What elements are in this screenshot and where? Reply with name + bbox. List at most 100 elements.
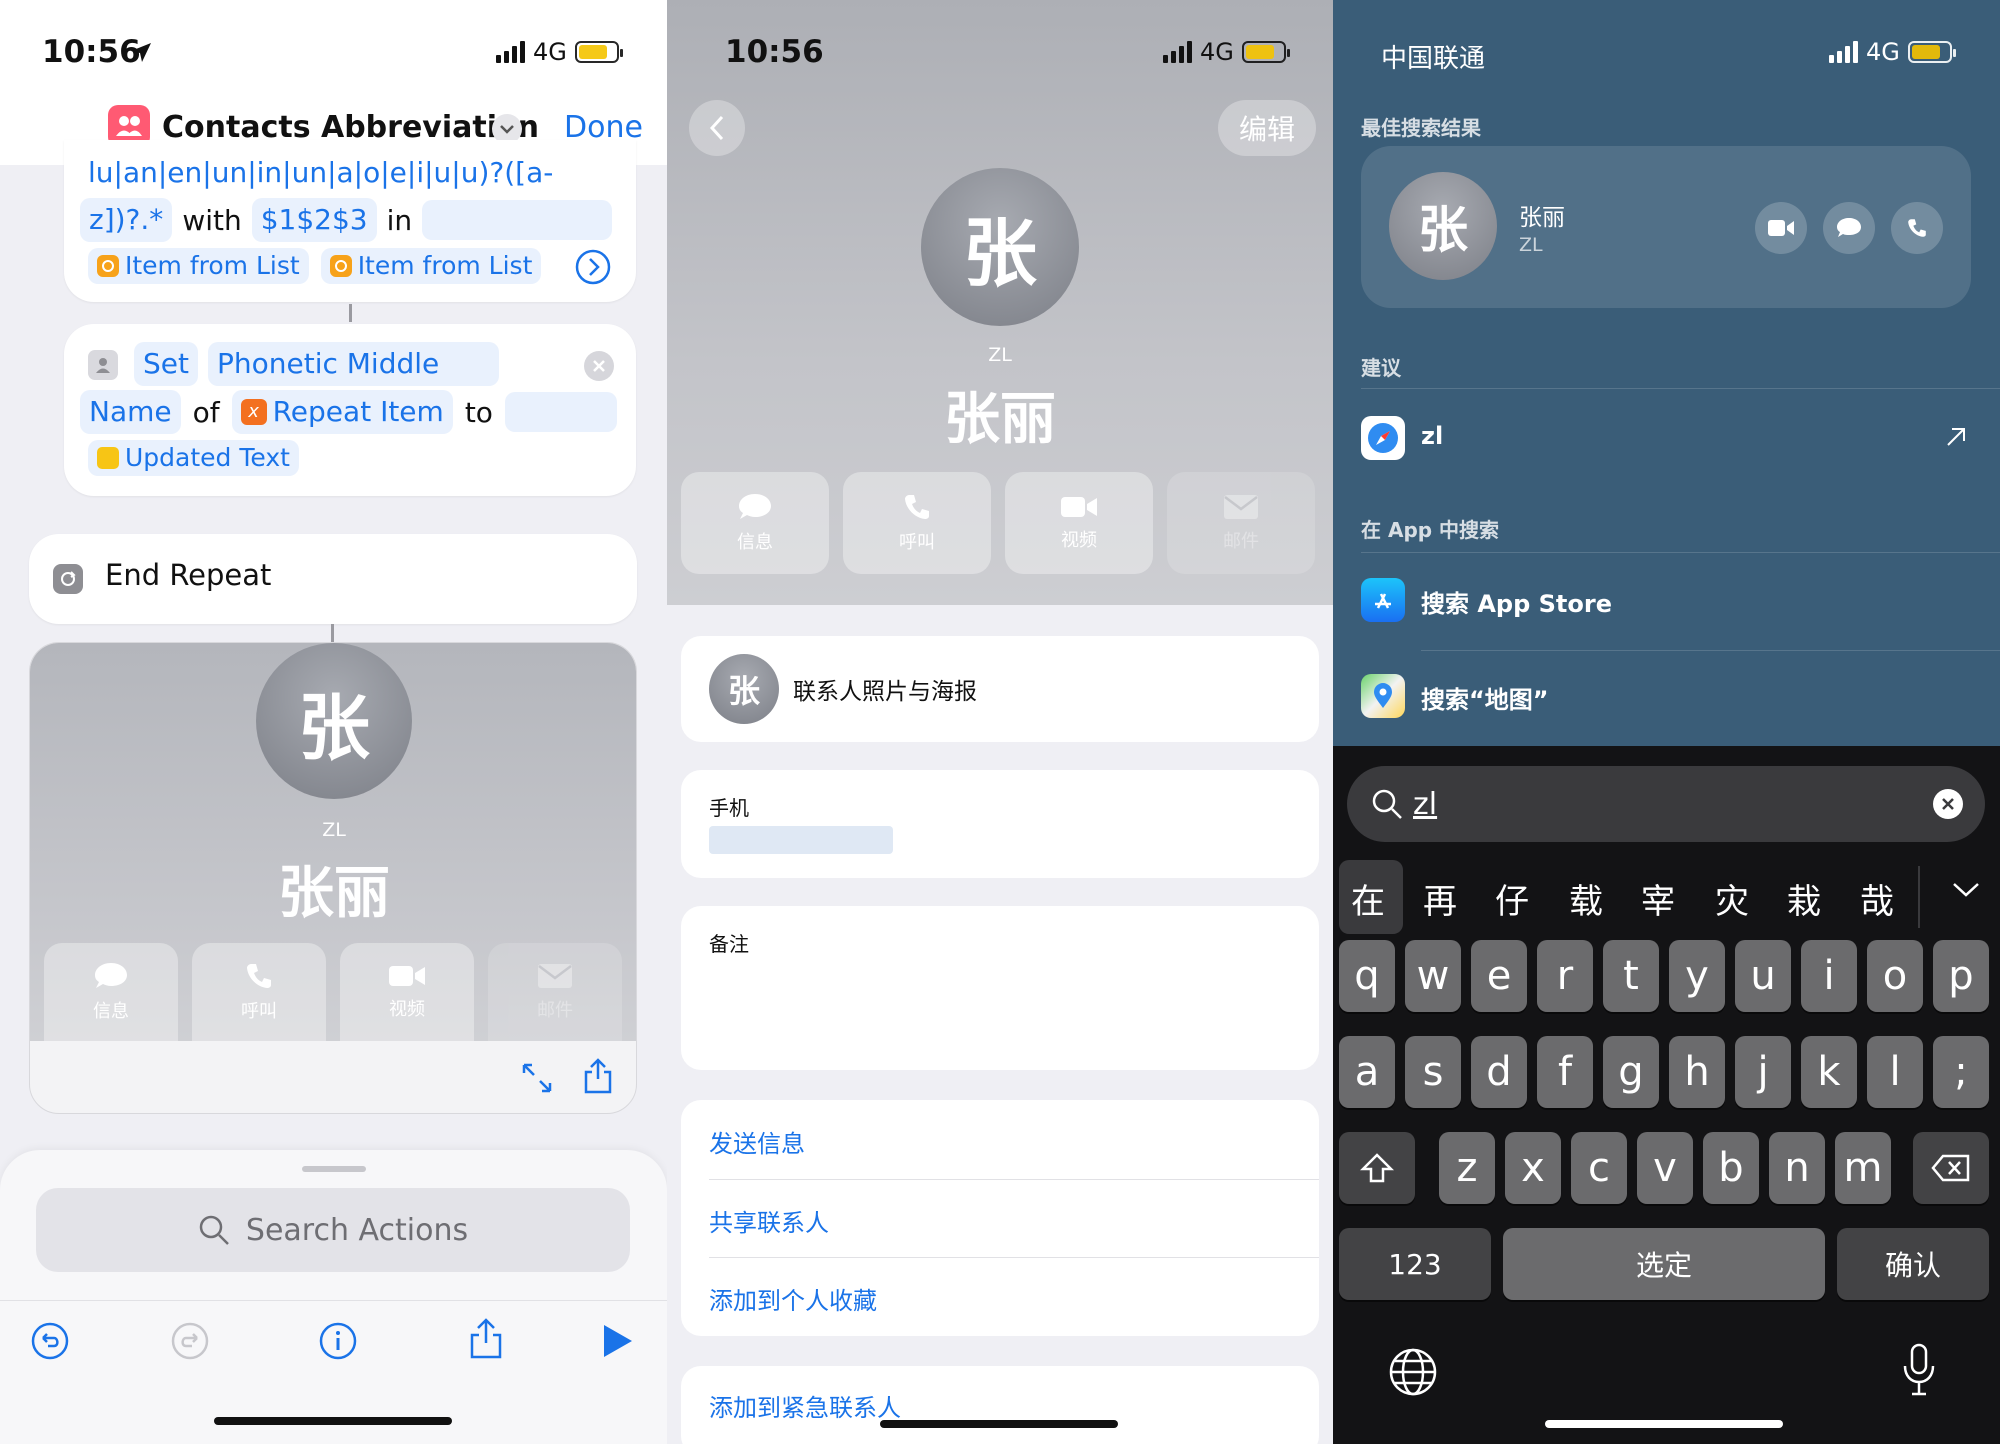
preview-video-button[interactable]: 视频 [340, 943, 474, 1041]
undo-icon[interactable] [30, 1321, 70, 1361]
key-b[interactable]: b [1703, 1132, 1759, 1204]
candidate-2[interactable]: 仔 [1495, 874, 1529, 923]
spotlight-search-field[interactable]: zl [1347, 766, 1985, 842]
preview-mail-button[interactable]: 邮件 [488, 943, 622, 1041]
candidate-0[interactable]: 在 [1351, 874, 1385, 923]
key-a[interactable]: a [1339, 1036, 1395, 1108]
sheet-grabber[interactable] [302, 1166, 366, 1172]
candidate-6[interactable]: 栽 [1787, 874, 1821, 923]
phone-row[interactable]: 手机 [681, 770, 1319, 878]
phone-number-redacted[interactable] [709, 826, 893, 854]
message-button[interactable]: 信息 [681, 472, 829, 574]
key-n[interactable]: n [1769, 1132, 1825, 1204]
key-j[interactable]: j [1735, 1036, 1791, 1108]
key-z[interactable]: z [1439, 1132, 1495, 1204]
numbers-key[interactable]: 123 [1339, 1228, 1491, 1300]
to-target-blank-token[interactable] [504, 392, 617, 432]
replace-text-action-card[interactable]: lu|an|en|un|in|un|a|o|e|i|u|u)?([a- z])?… [64, 140, 636, 302]
name-token[interactable]: Name [80, 390, 181, 434]
chevron-down-icon[interactable] [1951, 880, 1981, 900]
space-key[interactable]: 选定 [1503, 1228, 1825, 1300]
key-p[interactable]: p [1933, 940, 1989, 1012]
chevron-right-circle-icon[interactable] [574, 248, 612, 286]
replacement-token[interactable]: $1$2$3 [251, 198, 377, 242]
contact-preview-card[interactable]: 张 ZL 张丽 信息 呼叫 视频 邮件 [29, 642, 637, 1114]
set-contact-action-card[interactable]: Set Phonetic Middle Name of x Repeat Item… [64, 324, 636, 496]
key-x[interactable]: x [1505, 1132, 1561, 1204]
key-g[interactable]: g [1603, 1036, 1659, 1108]
phonetic-middle-token[interactable]: Phonetic Middle [207, 342, 500, 386]
back-button[interactable] [689, 100, 745, 156]
updated-text-token[interactable]: Updated Text [88, 440, 299, 476]
key-l[interactable]: l [1867, 1036, 1923, 1108]
candidate-1[interactable]: 再 [1423, 874, 1457, 923]
contact-avatar[interactable]: 张 [921, 168, 1079, 326]
remove-action-button[interactable] [584, 351, 614, 381]
search-maps-row[interactable]: 搜索“地图” [1361, 652, 2000, 746]
item-from-list-token-2[interactable]: Item from List [320, 248, 542, 284]
key-s[interactable]: s [1405, 1036, 1461, 1108]
search-query[interactable]: zl [1413, 787, 1437, 822]
shift-key[interactable] [1339, 1132, 1415, 1204]
globe-icon[interactable] [1387, 1346, 1439, 1398]
microphone-icon[interactable] [1899, 1342, 1939, 1398]
candidate-5[interactable]: 灾 [1715, 874, 1749, 923]
top-hit-message-button[interactable] [1823, 202, 1875, 254]
key-c[interactable]: c [1571, 1132, 1627, 1204]
key-d[interactable]: d [1471, 1036, 1527, 1108]
in-target-blank-token[interactable] [422, 200, 613, 240]
send-message-option[interactable]: 发送信息 [709, 1124, 805, 1159]
repeat-item-token[interactable]: x Repeat Item [231, 390, 453, 434]
mail-button[interactable]: 邮件 [1167, 472, 1315, 574]
share-icon[interactable] [582, 1057, 614, 1095]
key-e[interactable]: e [1471, 940, 1527, 1012]
key-semicolon[interactable]: ; [1933, 1036, 1989, 1108]
top-hit-card[interactable]: 张 张丽 ZL [1361, 146, 1971, 308]
key-w[interactable]: w [1405, 940, 1461, 1012]
search-actions-input[interactable]: Search Actions [36, 1188, 630, 1272]
info-icon[interactable] [318, 1321, 358, 1361]
key-f[interactable]: f [1537, 1036, 1593, 1108]
set-token[interactable]: Set [134, 342, 198, 386]
share-contact-option[interactable]: 共享联系人 [709, 1203, 829, 1238]
key-y[interactable]: y [1669, 940, 1725, 1012]
top-hit-video-button[interactable] [1755, 202, 1807, 254]
candidate-7[interactable]: 哉 [1860, 874, 1894, 923]
video-button[interactable]: 视频 [1005, 472, 1153, 574]
key-m[interactable]: m [1835, 1132, 1891, 1204]
key-t[interactable]: t [1603, 940, 1659, 1012]
key-i[interactable]: i [1801, 940, 1857, 1012]
confirm-key[interactable]: 确认 [1837, 1228, 1989, 1300]
regex-pattern-end-token[interactable]: z])?.* [80, 198, 173, 242]
edit-button[interactable]: 编辑 [1218, 100, 1316, 156]
share-icon[interactable] [468, 1317, 504, 1361]
preview-call-button[interactable]: 呼叫 [192, 943, 326, 1041]
candidate-4[interactable]: 宰 [1641, 874, 1675, 923]
add-emergency-option[interactable]: 添加到紧急联系人 [709, 1388, 901, 1423]
key-k[interactable]: k [1801, 1036, 1857, 1108]
redo-icon[interactable] [170, 1321, 210, 1361]
add-to-favorites-option[interactable]: 添加到个人收藏 [709, 1281, 877, 1316]
key-h[interactable]: h [1669, 1036, 1725, 1108]
suggestion-row[interactable]: zl [1361, 392, 1971, 482]
contact-poster-row[interactable]: 张 联系人照片与海报 [681, 636, 1319, 742]
regex-pattern-token[interactable]: lu|an|en|un|in|un|a|o|e|i|u|u)?([a- [88, 156, 553, 189]
key-u[interactable]: u [1735, 940, 1791, 1012]
expand-arrows-icon[interactable] [520, 1061, 554, 1095]
candidate-3[interactable]: 载 [1569, 874, 1603, 923]
notes-row[interactable]: 备注 [681, 906, 1319, 1070]
top-hit-call-button[interactable] [1891, 202, 1943, 254]
item-from-list-token-1[interactable]: Item from List [88, 248, 309, 284]
search-app-store-row[interactable]: 搜索 App Store [1361, 556, 2000, 650]
preview-message-button[interactable]: 信息 [44, 943, 178, 1041]
delete-key[interactable] [1913, 1132, 1989, 1204]
play-icon[interactable] [600, 1323, 634, 1359]
key-v[interactable]: v [1637, 1132, 1693, 1204]
key-q[interactable]: q [1339, 940, 1395, 1012]
key-o[interactable]: o [1867, 940, 1923, 1012]
key-r[interactable]: r [1537, 940, 1593, 1012]
emergency-contact-row[interactable]: 添加到紧急联系人 [681, 1366, 1319, 1444]
call-button[interactable]: 呼叫 [843, 472, 991, 574]
clear-search-button[interactable] [1933, 789, 1963, 819]
end-repeat-action-card[interactable]: End Repeat [29, 534, 637, 624]
